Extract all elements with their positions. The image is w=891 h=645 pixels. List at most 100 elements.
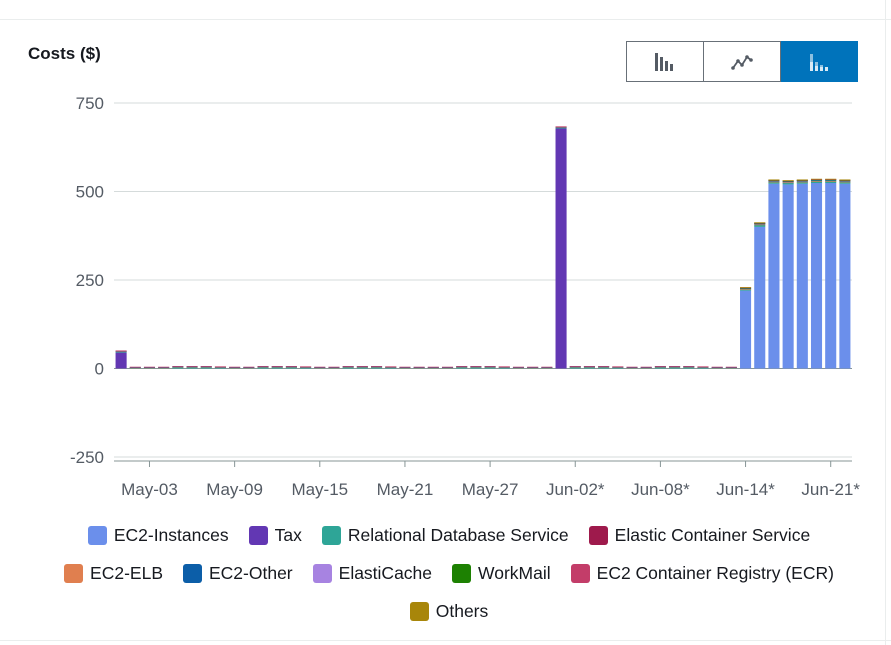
bar-segment[interactable]: [796, 183, 808, 369]
x-tick-label: May-03: [121, 480, 178, 499]
bar-segment[interactable]: [512, 366, 525, 368]
legend-swatch: [312, 563, 332, 583]
bar-segment[interactable]: [810, 178, 823, 180]
bar-segment[interactable]: [569, 366, 581, 367]
bar-segment[interactable]: [186, 366, 198, 367]
bar-segment[interactable]: [427, 366, 439, 368]
gridlines: [114, 102, 852, 458]
bar-segment[interactable]: [839, 179, 851, 181]
bar-segment[interactable]: [328, 366, 340, 368]
bar-segment[interactable]: [669, 366, 681, 367]
bar-segment[interactable]: [441, 366, 454, 368]
bar-segment[interactable]: [555, 128, 567, 369]
bar-segment[interactable]: [555, 126, 567, 128]
legend-label: EC2-ELB: [90, 562, 163, 583]
bar-segment[interactable]: [583, 366, 595, 367]
bar-segment[interactable]: [782, 182, 794, 184]
bar-segment[interactable]: [810, 183, 823, 369]
bar-segment[interactable]: [825, 180, 837, 182]
y-tick-label: 250: [76, 271, 104, 290]
legend-item[interactable]: Relational Database Service: [321, 524, 569, 546]
bar-segment[interactable]: [796, 181, 808, 183]
legend-label: WorkMail: [478, 562, 551, 583]
bar-segment[interactable]: [356, 366, 368, 367]
bar-segment[interactable]: [725, 366, 737, 368]
bar-segment[interactable]: [782, 184, 794, 369]
bar-segment[interactable]: [782, 180, 794, 181]
bar-segment[interactable]: [300, 366, 312, 368]
bar-segment[interactable]: [385, 366, 397, 368]
bar-segment[interactable]: [754, 222, 766, 224]
bar-segment[interactable]: [243, 366, 255, 368]
bar-segment[interactable]: [456, 366, 468, 367]
bar-segment[interactable]: [654, 366, 666, 367]
legend-swatch: [248, 525, 268, 545]
bar-segment[interactable]: [768, 181, 780, 183]
bar-segment[interactable]: [115, 350, 127, 352]
bar-segment[interactable]: [342, 366, 354, 367]
legend-swatch: [87, 525, 107, 545]
bar-segment[interactable]: [754, 226, 766, 369]
bar-segment[interactable]: [740, 288, 752, 290]
bar-segment[interactable]: [484, 366, 496, 367]
bar-segment[interactable]: [143, 366, 156, 368]
bar-segment[interactable]: [115, 352, 127, 369]
legend-label: EC2-Other: [209, 562, 293, 583]
stacked-bar-chart: 750 500 250 0 -250 May-03 May-09 May-15 May-21 Ma…: [70, 94, 860, 499]
bar-segment[interactable]: [498, 366, 510, 368]
legend-item[interactable]: EC2 Container Registry (ECR): [570, 562, 834, 584]
legend-swatch: [183, 563, 202, 583]
x-tick-label: May-09: [206, 480, 263, 499]
bar-segment[interactable]: [413, 366, 425, 368]
bar-segment[interactable]: [229, 366, 241, 368]
bar-segment[interactable]: [129, 366, 141, 368]
bar-segment[interactable]: [371, 366, 383, 367]
bar-segment[interactable]: [839, 181, 851, 183]
legend-item[interactable]: EC2-ELB: [64, 562, 163, 584]
bar-segment[interactable]: [825, 183, 837, 369]
bar-segment[interactable]: [158, 366, 170, 368]
bar-segment[interactable]: [683, 366, 695, 367]
legend-item[interactable]: Others: [409, 600, 489, 622]
bar-segment[interactable]: [626, 366, 638, 368]
x-tick-label: Jun-21*: [801, 480, 860, 499]
bar-segment[interactable]: [598, 366, 610, 367]
bar-segment[interactable]: [697, 366, 709, 368]
bar-segment[interactable]: [768, 179, 780, 181]
bar-segment[interactable]: [768, 183, 780, 369]
bar-segment[interactable]: [257, 366, 269, 367]
legend-label: Relational Database Service: [347, 524, 569, 545]
bar-segment[interactable]: [527, 366, 539, 368]
legend-item[interactable]: EC2-Instances: [87, 524, 229, 546]
bar-segment[interactable]: [740, 290, 752, 369]
bar-segment[interactable]: [214, 366, 226, 368]
legend-item[interactable]: Elastic Container Service: [588, 524, 810, 546]
bar-segment[interactable]: [711, 366, 723, 368]
bar-segment[interactable]: [640, 366, 652, 368]
bar-segment[interactable]: [839, 183, 851, 369]
bar-segment[interactable]: [754, 224, 766, 226]
legend-item[interactable]: EC2-Other: [183, 562, 293, 584]
bar-segment[interactable]: [796, 179, 808, 181]
bar-segment[interactable]: [825, 178, 837, 180]
bar-segment[interactable]: [541, 366, 553, 368]
legend-label: Others: [435, 600, 489, 621]
bar-segment[interactable]: [172, 366, 184, 367]
bar-segment[interactable]: [314, 366, 326, 368]
legend-item[interactable]: ElastiCache: [312, 562, 432, 584]
bar-segment[interactable]: [200, 366, 212, 367]
bar-segment[interactable]: [612, 366, 624, 368]
bar-segment[interactable]: [740, 287, 752, 288]
legend-item[interactable]: WorkMail: [452, 562, 551, 584]
bars: [115, 126, 851, 369]
bar-segment[interactable]: [399, 366, 411, 368]
bar-segment[interactable]: [810, 180, 823, 182]
bar-segment[interactable]: [271, 366, 283, 367]
bar-segment[interactable]: [470, 366, 482, 367]
y-tick-label: 0: [95, 360, 104, 379]
legend-swatch: [588, 525, 608, 545]
bar-segment[interactable]: [285, 366, 297, 367]
legend-item[interactable]: Tax: [248, 524, 302, 546]
legend-swatch: [409, 601, 429, 621]
bottom-divider: [0, 640, 891, 641]
